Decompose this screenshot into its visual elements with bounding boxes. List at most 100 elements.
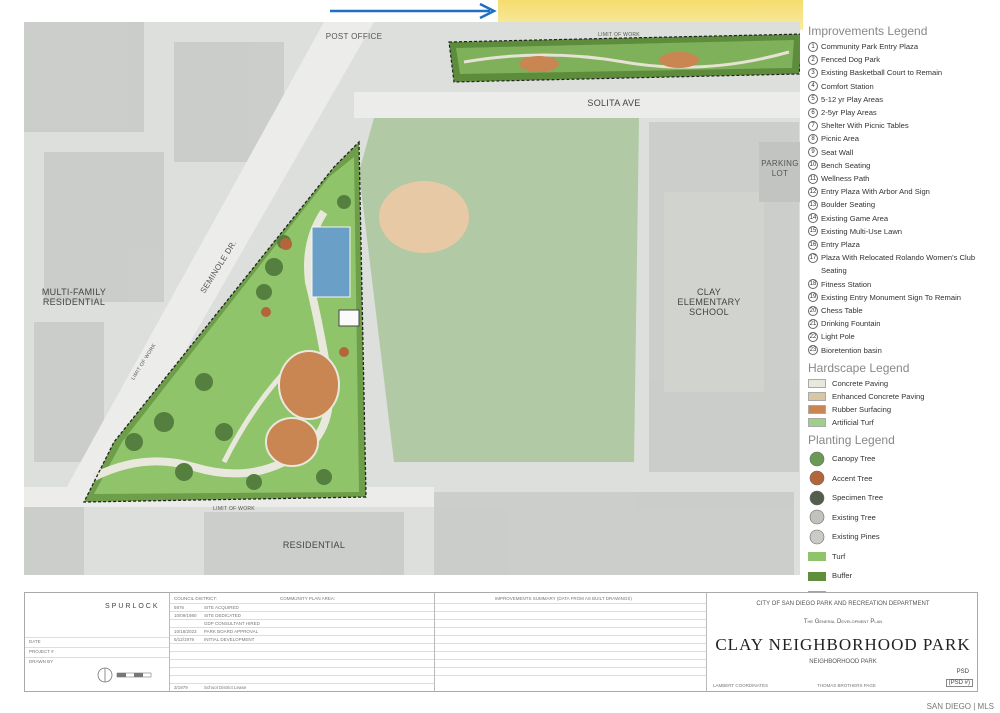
parking-lot-line2: LOT — [771, 169, 789, 178]
hardscape-swatch — [808, 417, 826, 427]
canopy-tree-icon — [808, 451, 826, 467]
hardscape-item: Artificial Turf — [808, 416, 998, 429]
improvement-label: Existing Basketball Court to Remain — [821, 68, 943, 78]
improvement-label: 2-5yr Play Areas — [821, 108, 877, 118]
row-label-project: PROJECT # — [29, 649, 54, 654]
history-block: COUNCIL DISTRICT: COMMUNITY PLAN AREA: 5… — [170, 593, 435, 691]
improvement-label: Plaza With Relocated Rolando Women's Clu… — [821, 253, 976, 276]
improvement-item: 1 Community Park Entry Plaza — [808, 40, 998, 53]
improvement-label: Shelter With Picnic Tables — [821, 121, 909, 131]
specimen-tree-icon — [808, 490, 826, 506]
summary-block: IMPROVEMENTS SUMMARY (DATA FROM AS BUILT… — [435, 593, 707, 691]
action-2: SITE DEDICATED — [204, 613, 241, 618]
improvement-item: 10 Bench Seating — [808, 159, 998, 172]
improvement-label: Drinking Fountain — [821, 319, 881, 329]
date-3: 10/18/2023 — [174, 629, 197, 634]
improvement-number: 20 — [808, 305, 818, 316]
limit-of-work-top-label: LIMIT OF WORK — [598, 32, 640, 38]
planting-label: Turf — [832, 551, 846, 561]
improvement-item: 3 Existing Basketball Court to Remain — [808, 66, 998, 79]
improvement-item: 18 Fitness Station — [808, 278, 998, 291]
action-6: School District Lease — [204, 685, 247, 690]
improvement-label: Fenced Dog Park — [821, 55, 881, 65]
improvement-number: 21 — [808, 318, 818, 329]
improvement-label: Comfort Station — [821, 81, 874, 91]
improvement-number: 9 — [808, 147, 818, 158]
improvement-label: Bench Seating — [821, 160, 871, 170]
hardscape-swatch — [808, 404, 826, 414]
action-1: SITE ACQUIRED — [204, 605, 239, 610]
planting-label: Existing Pines — [832, 532, 880, 542]
action-5: INITIAL DEVELOPMENT — [204, 637, 255, 642]
improvement-item: 2 Fenced Dog Park — [808, 53, 998, 66]
school-line2: ELEMENTARY — [677, 297, 741, 307]
improvement-label: Picnic Area — [821, 134, 859, 144]
improvement-label: Existing Game Area — [821, 213, 889, 223]
hardscape-list: Concrete Paving Enhanced Concrete Paving R… — [808, 377, 998, 429]
planting-label: Accent Tree — [832, 473, 873, 483]
multi-family-label: MULTI-FAMILY RESIDENTIAL — [34, 287, 114, 307]
row-label-drawn: DRAWN BY — [29, 659, 54, 664]
improvement-number: 6 — [808, 107, 818, 118]
firm-block: SPURLOCK DATE PROJECT # DRAWN BY — [25, 593, 170, 691]
improvement-item: 6 2-5yr Play Areas — [808, 106, 998, 119]
improvement-item: 23 Bioretention basin — [808, 344, 998, 357]
improvement-number: 14 — [808, 213, 818, 224]
planting-item: Existing Tree — [808, 507, 998, 527]
solita-ave-label: SOLITA AVE — [587, 98, 641, 108]
improvements-legend-title: Improvements Legend — [808, 24, 928, 38]
direction-arrow-icon — [330, 2, 497, 20]
improvement-label: Existing Entry Monument Sign To Remain — [821, 292, 961, 302]
improvement-label: Entry Plaza — [821, 240, 860, 250]
plan-sheet: POST OFFICE SOLITA AVE PARKING LOT SEMIN… — [0, 0, 1000, 713]
improvement-label: Fitness Station — [821, 279, 872, 289]
buffer-swatch — [808, 568, 826, 584]
improvement-label: Existing Multi-Use Lawn — [821, 226, 903, 236]
planting-item: Accent Tree — [808, 468, 998, 488]
improvement-label: 5-12 yr Play Areas — [821, 94, 884, 104]
improvement-item: 9 Seat Wall — [808, 146, 998, 159]
community-plan-area: COMMUNITY PLAN AREA: — [280, 596, 336, 601]
improvement-number: 2 — [808, 54, 818, 65]
planting-item: Turf — [808, 546, 998, 566]
action-3: GDP CONSULTANT HIRED — [204, 621, 260, 626]
improvement-number: 17 — [808, 252, 818, 263]
mls-credit: SAN DIEGO | MLS — [926, 702, 994, 711]
improvement-number: 5 — [808, 94, 818, 105]
firm-name: SPURLOCK — [105, 603, 160, 610]
date-4: 5/12/1979 — [174, 637, 195, 642]
planting-label: Existing Tree — [832, 512, 876, 522]
hardscape-item: Concrete Paving — [808, 377, 998, 390]
improvement-item: 20 Chess Table — [808, 304, 998, 317]
improvement-label: Entry Plaza With Arbor And Sign — [821, 187, 930, 197]
north-arrow-scale-icon — [97, 667, 152, 683]
improvement-number: 1 — [808, 41, 818, 52]
planting-list: Canopy Tree Accent Tree Specimen Tree Exist… — [808, 449, 998, 605]
planting-item: Buffer — [808, 566, 998, 586]
improvement-item: 11 Wellness Path — [808, 172, 998, 185]
school-line1: CLAY — [696, 287, 722, 297]
improvement-number: 10 — [808, 160, 818, 171]
improvement-label: Community Park Entry Plaza — [821, 42, 919, 51]
department-name: CITY OF SAN DIEGO PARK AND RECREATION DE… — [756, 601, 930, 607]
hardscape-label: Enhanced Concrete Paving — [832, 391, 925, 401]
improvement-number: 4 — [808, 81, 818, 92]
lambert-coordinates: LAMBERT COORDINATES — [713, 683, 769, 688]
improvement-number: 3 — [808, 67, 818, 78]
improvement-number: 16 — [808, 239, 818, 250]
park-type: NEIGHBORHOOD PARK — [809, 659, 877, 665]
park-title-block: CITY OF SAN DIEGO PARK AND RECREATION DE… — [707, 593, 979, 691]
hardscape-label: Artificial Turf — [832, 417, 874, 427]
improvement-number: 18 — [808, 279, 818, 290]
plan-type: The General Development Plan — [803, 619, 883, 625]
improvement-number: 8 — [808, 133, 818, 144]
park-name: CLAY NEIGHBORHOOD PARK — [715, 635, 971, 654]
improvement-item: 21 Drinking Fountain — [808, 317, 998, 330]
date-1: 5976 — [174, 605, 185, 610]
improvement-label: Chess Table — [821, 306, 863, 316]
improvement-label: Seat Wall — [821, 147, 854, 157]
improvement-number: 11 — [808, 173, 818, 184]
planting-item: Specimen Tree — [808, 488, 998, 508]
parking-lot-label: PARKING LOT — [760, 159, 800, 179]
improvement-number: 19 — [808, 292, 818, 303]
